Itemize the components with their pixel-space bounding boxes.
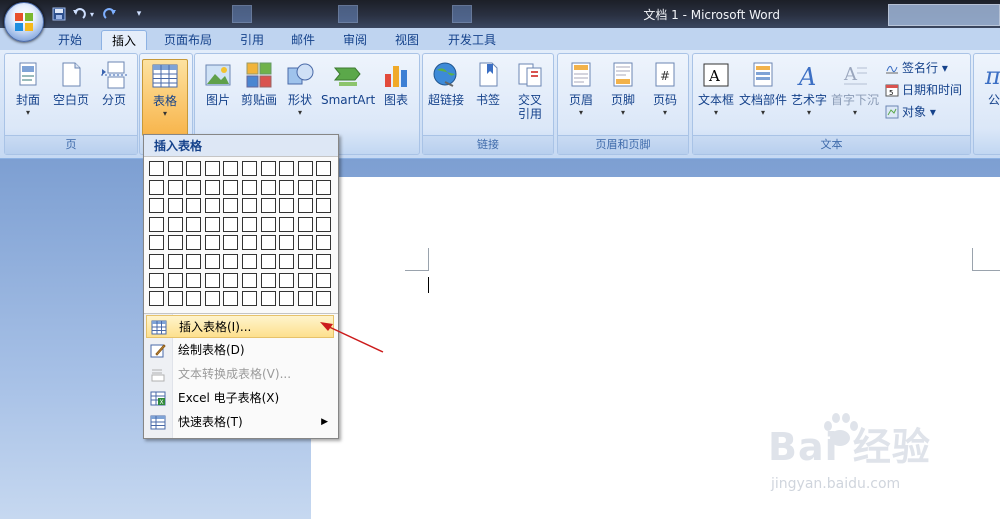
annotation-arrow: [320, 322, 384, 353]
